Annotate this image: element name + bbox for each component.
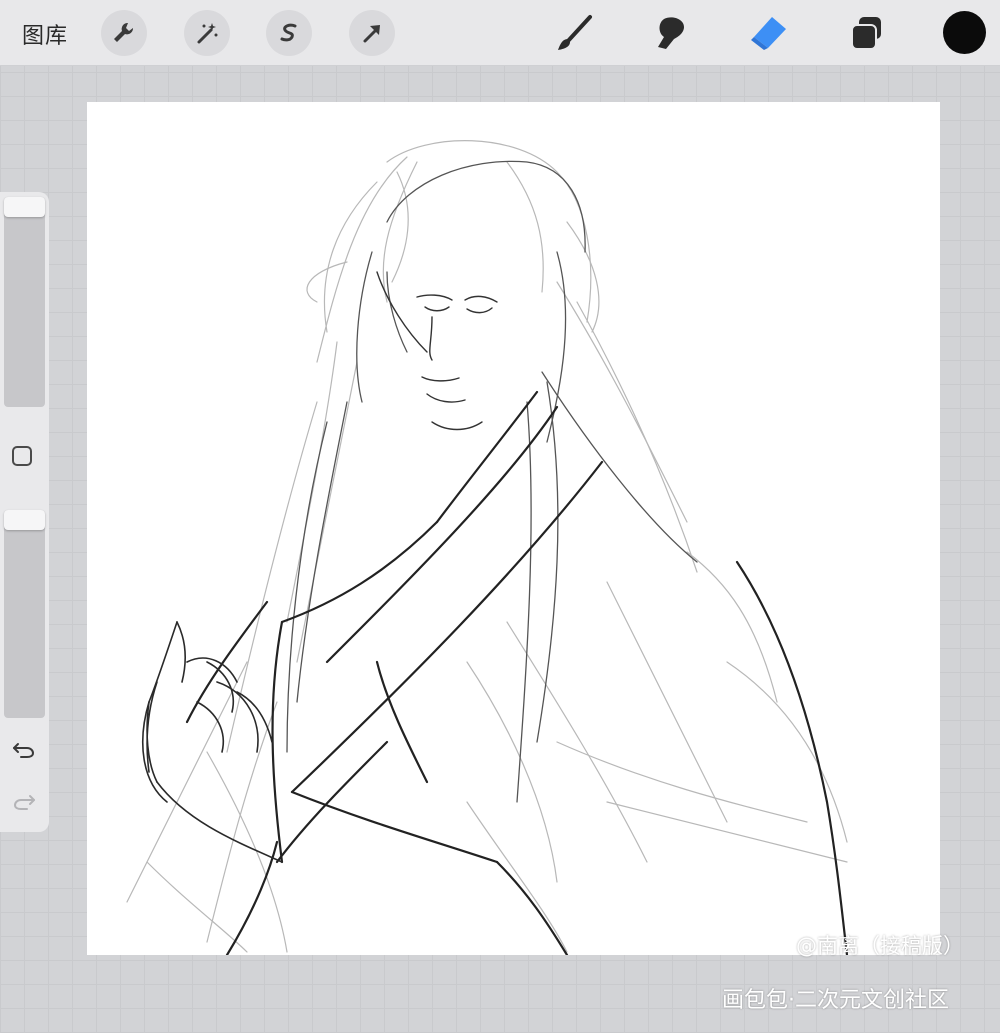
layers-icon [851,17,881,50]
smudge-button[interactable] [651,12,693,54]
drawing-canvas[interactable] [87,102,940,955]
magic-wand-icon [197,23,218,44]
redo-button[interactable] [10,790,38,814]
brush-size-slider[interactable] [4,197,45,407]
transform-arrow-icon [363,25,380,43]
eraser-button[interactable] [748,12,790,54]
opacity-thumb[interactable] [4,510,45,530]
undo-icon [13,743,35,758]
watermark-author: @南离（接稿版） [796,934,964,958]
eraser-icon [751,17,786,50]
left-sidebar [0,192,49,832]
actions-button[interactable] [101,10,147,56]
watermark-site: 画包包·二次元文创社区 [722,988,949,1013]
brush-button[interactable] [553,12,595,54]
smudge-icon [658,17,684,49]
adjustments-button[interactable] [184,10,230,56]
wrench-icon [114,22,134,42]
color-picker-swatch[interactable] [943,11,986,54]
top-toolbar: 图库 [0,0,1000,66]
undo-button[interactable] [10,738,38,762]
sketch-artwork [126,140,849,955]
transform-button[interactable] [349,10,395,56]
brush-size-thumb[interactable] [4,197,45,217]
selection-icon [280,23,297,42]
brush-icon [558,15,592,50]
layers-button[interactable] [846,12,888,54]
selection-button[interactable] [266,10,312,56]
gallery-button[interactable]: 图库 [22,18,68,50]
opacity-slider[interactable] [4,510,45,718]
redo-icon [13,795,35,810]
modify-square-icon[interactable] [12,446,32,466]
